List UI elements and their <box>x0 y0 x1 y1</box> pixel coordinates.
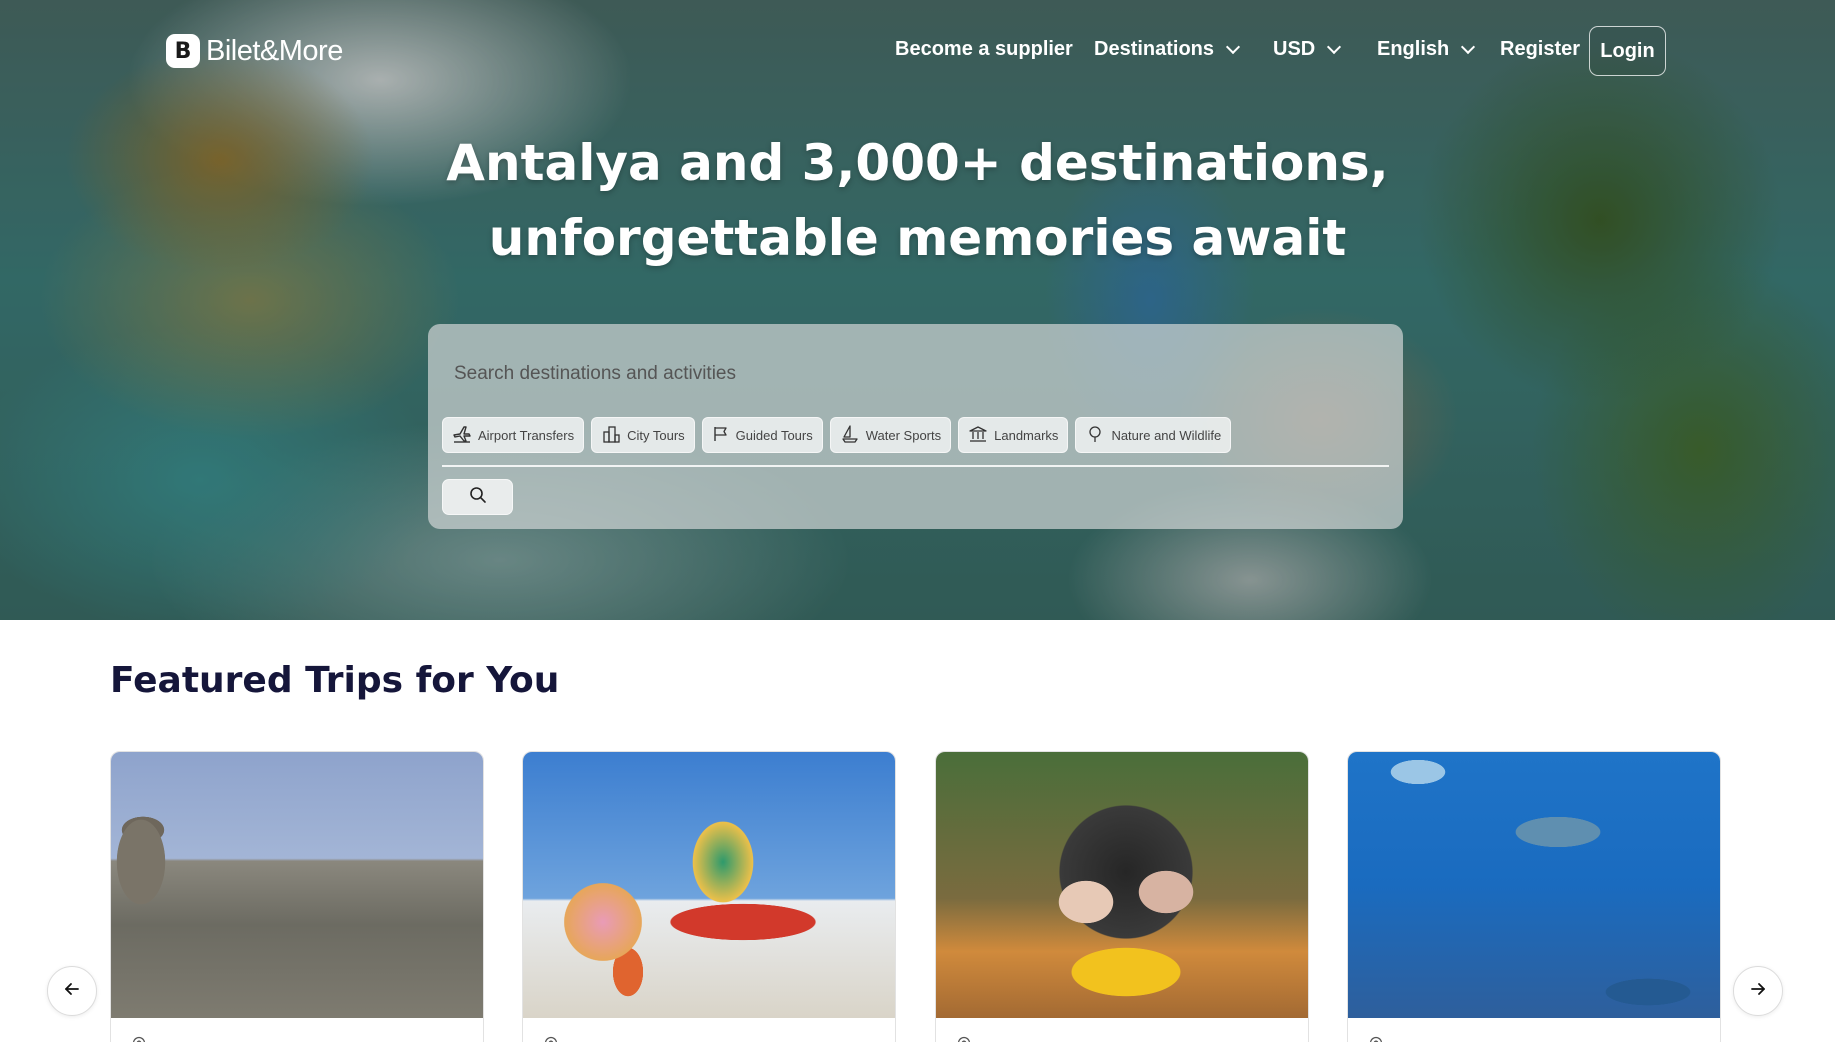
currency-dropdown[interactable]: USD <box>1273 38 1342 61</box>
chevron-down-icon <box>1327 39 1342 54</box>
trip-card[interactable] <box>110 751 484 1042</box>
chip-nature-wildlife[interactable]: Nature and Wildlife <box>1075 417 1232 453</box>
search-panel: Airport Transfers City Tours Guided Tour… <box>428 324 1403 529</box>
carousel-next-button[interactable] <box>1733 966 1783 1016</box>
carousel-prev-button[interactable] <box>47 966 97 1016</box>
hero-headline: Antalya and 3,000+ destinations, unforge… <box>400 126 1435 276</box>
sailboat-icon <box>840 424 860 447</box>
trip-card-location <box>1368 1036 1384 1042</box>
location-pin-icon <box>1368 1036 1384 1042</box>
trip-card-location <box>543 1036 559 1042</box>
become-supplier-link[interactable]: Become a supplier <box>895 38 1073 61</box>
chip-guided-tours[interactable]: Guided Tours <box>701 417 823 453</box>
arrow-left-icon <box>63 980 81 1002</box>
chip-label: Nature and Wildlife <box>1111 427 1222 443</box>
chip-airport-transfers[interactable]: Airport Transfers <box>442 417 585 453</box>
chip-label: City Tours <box>627 427 685 443</box>
become-supplier-label: Become a supplier <box>895 38 1073 60</box>
language-label: English <box>1377 38 1450 60</box>
landmark-icon <box>968 424 988 447</box>
trip-card-location <box>956 1036 972 1042</box>
city-icon <box>601 424 621 447</box>
language-dropdown[interactable]: English <box>1377 38 1476 61</box>
trip-card-location <box>131 1036 147 1042</box>
chip-water-sports[interactable]: Water Sports <box>829 417 952 453</box>
flag-icon <box>712 425 730 446</box>
location-pin-icon <box>131 1036 147 1042</box>
airplane-icon <box>452 424 472 447</box>
chip-landmarks[interactable]: Landmarks <box>958 417 1069 453</box>
hero-headline-line-2: unforgettable memories await <box>488 209 1347 267</box>
currency-label: USD <box>1273 38 1316 60</box>
brand-name: Bilet&More <box>206 34 343 67</box>
chevron-down-icon <box>1225 39 1241 54</box>
hero-headline-line-1: Antalya and 3,000+ destinations, <box>446 134 1389 192</box>
location-pin-icon <box>543 1036 559 1042</box>
chevron-down-icon <box>1461 39 1476 54</box>
chip-label: Guided Tours <box>735 427 813 443</box>
brand-mark-icon: B <box>166 34 200 68</box>
search-icon <box>469 486 487 508</box>
destinations-dropdown[interactable]: Destinations <box>1094 38 1241 61</box>
tree-icon <box>1085 424 1105 447</box>
top-navigation: B Bilet&More Become a supplier Destinati… <box>0 24 1835 78</box>
featured-section-title: Featured Trips for You <box>110 660 560 701</box>
location-pin-icon <box>956 1036 972 1042</box>
register-label: Register <box>1500 38 1581 60</box>
login-button[interactable]: Login <box>1589 26 1666 76</box>
destinations-label: Destinations <box>1094 38 1215 60</box>
trip-card-image <box>1348 752 1720 1018</box>
brand-logo[interactable]: B Bilet&More <box>166 34 343 68</box>
trip-card[interactable] <box>1347 751 1721 1042</box>
trip-card-image <box>111 752 483 1018</box>
page: B Bilet&More Become a supplier Destinati… <box>0 0 1835 1042</box>
chip-label: Airport Transfers <box>478 427 575 443</box>
trip-card-image <box>936 752 1308 1018</box>
search-input[interactable] <box>454 354 1354 394</box>
chip-label: Water Sports <box>865 427 942 443</box>
chip-city-tours[interactable]: City Tours <box>591 417 695 453</box>
arrow-right-icon <box>1749 980 1767 1002</box>
register-link[interactable]: Register <box>1500 38 1580 61</box>
hero-section: B Bilet&More Become a supplier Destinati… <box>0 0 1835 620</box>
trip-card[interactable] <box>522 751 896 1042</box>
search-button[interactable] <box>442 479 513 515</box>
chip-label: Landmarks <box>994 427 1059 443</box>
trip-card-image <box>523 752 895 1018</box>
trip-card[interactable] <box>935 751 1309 1042</box>
login-label: Login <box>1600 39 1655 62</box>
search-divider <box>442 465 1389 467</box>
category-chips: Airport Transfers City Tours Guided Tour… <box>442 417 1232 453</box>
